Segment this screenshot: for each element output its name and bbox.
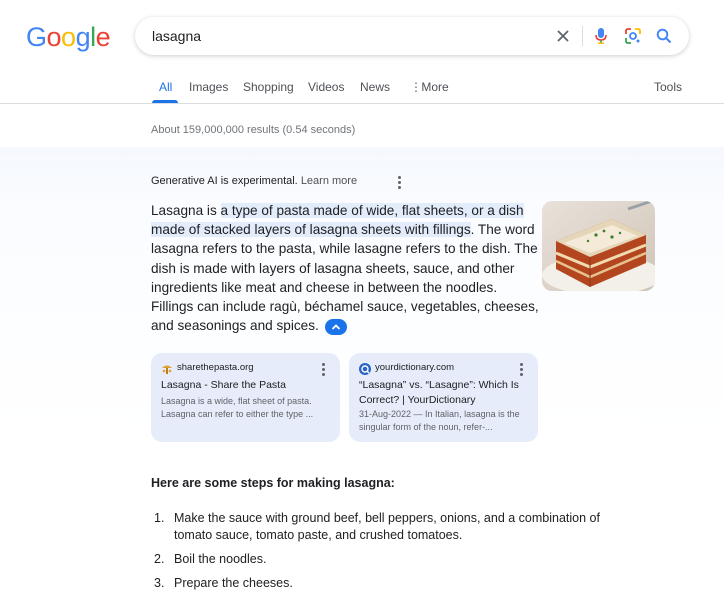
logo-letter: e [95,22,111,52]
step-number: 2. [154,552,165,566]
ai-disclaimer: Generative AI is experimental. Learn mor… [151,175,357,187]
google-logo[interactable]: Google [26,22,111,53]
ai-text-body: . The word lasagna refers to the pasta, … [151,222,539,334]
card-options-icon[interactable] [515,361,527,377]
yourdictionary-favicon [359,362,371,375]
header-divider [0,103,724,104]
tab-more-label: More [421,80,449,94]
source-site: yourdictionary.com [375,362,455,373]
source-card[interactable]: sharethepasta.org Lasagna - Share the Pa… [151,353,340,442]
source-title[interactable]: “Lasagna” vs. “Lasagne”: Which Is Correc… [359,378,529,408]
collapse-button[interactable] [324,318,347,335]
tab-shopping[interactable]: Shopping [243,80,294,94]
step-number: 3. [154,576,165,590]
search-input[interactable]: lasagna [152,28,201,44]
list-item: 1. Make the sauce with ground beef, bell … [151,510,631,544]
tab-all[interactable]: All [159,80,172,94]
lasagna-image[interactable] [542,201,655,291]
source-card[interactable]: yourdictionary.com “Lasagna” vs. “Lasagn… [349,353,538,442]
step-text: Boil the noodles. [174,552,267,566]
result-stats: About 159,000,000 results (0.54 seconds) [151,124,356,136]
lens-icon[interactable] [623,26,643,46]
sharethepasta-favicon [161,362,173,374]
logo-letter: o [46,22,62,52]
logo-letter: o [61,22,76,52]
tools-button[interactable]: Tools [654,80,682,94]
search-box[interactable]: lasagna [135,17,689,55]
list-item: 2. Boil the noodles. [151,551,631,568]
tab-more[interactable]: ⋮ More [410,80,449,94]
learn-more-link[interactable]: Learn more [301,175,357,187]
steps-heading: Here are some steps for making lasagna: [151,476,395,490]
source-title[interactable]: Lasagna - Share the Pasta [161,378,331,393]
tab-news[interactable]: News [360,80,390,94]
search-divider [582,26,583,46]
step-text: Prepare the cheeses. [174,576,293,590]
list-item: 3. Prepare the cheeses. [151,575,631,592]
chevron-up-icon [331,323,340,330]
step-number: 1. [154,511,165,525]
microphone-icon[interactable] [591,26,611,46]
source-snippet: Lasagna is a wide, flat sheet of pasta. … [161,396,314,419]
ai-text-intro: Lasagna is [151,203,221,218]
ai-experimental-label: Generative AI is experimental. [151,175,298,187]
search-tabs: All Images Shopping Videos News ⋮ More T… [0,80,724,104]
steps-list: 1. Make the sauce with ground beef, bell … [151,510,631,593]
ai-options-icon[interactable] [393,174,405,190]
tab-images[interactable]: Images [189,80,228,94]
source-site: sharethepasta.org [177,362,254,373]
source-snippet: 31-Aug-2022 — In Italian, lasagna is the… [359,409,520,432]
close-icon[interactable] [553,26,573,46]
step-text: Make the sauce with ground beef, bell pe… [174,511,600,542]
ai-overview: Generative AI is experimental. Learn mor… [0,147,724,593]
card-options-icon[interactable] [317,361,329,377]
logo-letter: g [75,22,91,52]
logo-letter: G [26,22,47,52]
tab-videos[interactable]: Videos [308,80,344,94]
more-kebab-icon: ⋮ [410,80,422,94]
search-icon[interactable] [654,26,674,46]
ai-overview-text: Lasagna is a type of pasta made of wide,… [151,201,541,335]
